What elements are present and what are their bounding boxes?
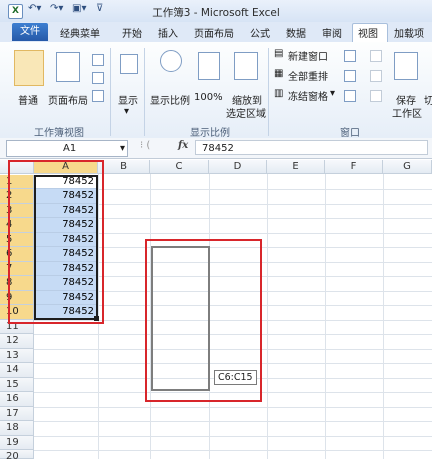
tab-file[interactable]: 文件	[12, 23, 48, 41]
column-header-b[interactable]: B	[98, 160, 150, 174]
row-header[interactable]: 12	[0, 334, 34, 349]
zoom-100-label[interactable]: 100%	[194, 92, 223, 103]
gridline	[267, 174, 268, 459]
gridline	[34, 421, 432, 422]
synchronous-scrolling-icon[interactable]	[370, 70, 382, 82]
tab-page-layout[interactable]: 页面布局	[194, 25, 234, 40]
reset-window-position-icon[interactable]	[370, 90, 382, 102]
new-window-icon[interactable]: ▤	[274, 48, 283, 59]
tab-home[interactable]: 开始	[122, 25, 142, 40]
zoom-100-icon[interactable]	[198, 52, 220, 80]
page-layout-view-icon[interactable]	[56, 52, 80, 82]
row-header[interactable]: 15	[0, 377, 34, 392]
page-layout-view-label[interactable]: 页面布局	[48, 92, 88, 107]
group-window-label: 窗口	[340, 128, 360, 139]
column-header-f[interactable]: F	[325, 160, 383, 174]
worksheet-grid[interactable]: A B C D E F G 1 2 3 4 5 6 7 8 9 10 11 12…	[0, 160, 432, 462]
freeze-panes-label[interactable]: 冻结窗格	[288, 88, 328, 103]
row-header[interactable]: 20	[0, 450, 34, 462]
save-workspace-label-2[interactable]: 工作区	[392, 105, 422, 120]
title-bar: X ↶▾ ↷▾ ▣▾ ⊽ 工作簿3 - Microsoft Excel	[0, 0, 432, 23]
tab-insert[interactable]: 插入	[158, 25, 178, 40]
zoom-to-selection-icon[interactable]	[234, 52, 258, 80]
tab-review[interactable]: 审阅	[322, 25, 342, 40]
group-zoom-label: 显示比例	[190, 128, 230, 139]
normal-view-icon[interactable]	[14, 50, 44, 86]
tab-addins[interactable]: 加载项	[394, 25, 424, 40]
zoom-to-selection-label-2[interactable]: 选定区域	[226, 105, 266, 120]
show-dropdown-icon[interactable]: ▾	[124, 106, 129, 117]
name-box-dropdown-icon[interactable]: ▾	[120, 141, 125, 156]
arrange-all-icon[interactable]: ▦	[274, 68, 283, 79]
highlight-box-source	[8, 160, 104, 324]
group-separator	[144, 48, 145, 136]
gridline	[34, 406, 432, 408]
new-window-label[interactable]: 新建窗口	[288, 48, 328, 63]
insert-function-icon[interactable]: fx	[178, 140, 188, 151]
show-label[interactable]: 显示	[118, 92, 138, 107]
column-header-g[interactable]: G	[383, 160, 432, 174]
ribbon-view: 普通 页面布局 显示 ▾ 工作簿视图 显示比例 100% 缩放到 选定区域 显示…	[0, 42, 432, 139]
name-box[interactable]: A1 ▾	[6, 140, 128, 157]
gridline	[34, 435, 432, 437]
freeze-panes-dropdown-icon[interactable]: ▾	[330, 88, 335, 99]
row-header[interactable]: 16	[0, 392, 34, 407]
zoom-magnifier-icon[interactable]	[160, 50, 182, 72]
gridline	[325, 174, 326, 459]
page-break-preview-icon[interactable]	[92, 54, 104, 66]
name-box-value: A1	[63, 143, 77, 154]
show-icon[interactable]	[120, 54, 138, 74]
zoom-label[interactable]: 显示比例	[150, 92, 190, 107]
column-header-d[interactable]: D	[209, 160, 267, 174]
column-header-e[interactable]: E	[267, 160, 325, 174]
freeze-panes-icon[interactable]: ▥	[274, 88, 283, 99]
formula-bar: A1 ▾ ⁝ ( fx 78452	[0, 138, 432, 159]
highlight-box-target	[145, 239, 262, 402]
tab-view[interactable]: 视图	[358, 25, 378, 40]
group-separator	[268, 48, 269, 136]
gridline	[34, 450, 432, 451]
save-workspace-icon[interactable]	[394, 52, 418, 80]
normal-view-label[interactable]: 普通	[18, 92, 38, 107]
tab-data[interactable]: 数据	[286, 25, 306, 40]
tab-classic-menu[interactable]: 经典菜单	[60, 25, 100, 40]
full-screen-icon[interactable]	[92, 90, 104, 102]
unhide-icon[interactable]	[344, 90, 356, 102]
ribbon-tabs: 文件 经典菜单 开始 插入 页面布局 公式 数据 审阅 视图 加载项	[0, 22, 432, 44]
row-header[interactable]: 14	[0, 363, 34, 378]
custom-views-icon[interactable]	[92, 72, 104, 84]
formula-input[interactable]: 78452	[195, 140, 428, 155]
row-header[interactable]: 13	[0, 348, 34, 363]
switch-windows-label[interactable]: 切	[424, 92, 432, 107]
arrange-all-label[interactable]: 全部重排	[288, 68, 328, 83]
column-header-c[interactable]: C	[150, 160, 209, 174]
window-title: 工作簿3 - Microsoft Excel	[152, 7, 280, 19]
gridline	[383, 174, 384, 459]
row-header[interactable]: 19	[0, 435, 34, 450]
group-workbook-views-label: 工作簿视图	[34, 128, 84, 139]
hide-icon[interactable]	[344, 70, 356, 82]
tab-formulas[interactable]: 公式	[250, 25, 270, 40]
group-separator	[110, 48, 111, 136]
row-header[interactable]: 17	[0, 406, 34, 421]
view-side-by-side-icon[interactable]	[370, 50, 382, 62]
formula-bar-grip-icon: ⁝ (	[140, 140, 151, 151]
split-icon[interactable]	[344, 50, 356, 62]
row-header[interactable]: 18	[0, 421, 34, 436]
